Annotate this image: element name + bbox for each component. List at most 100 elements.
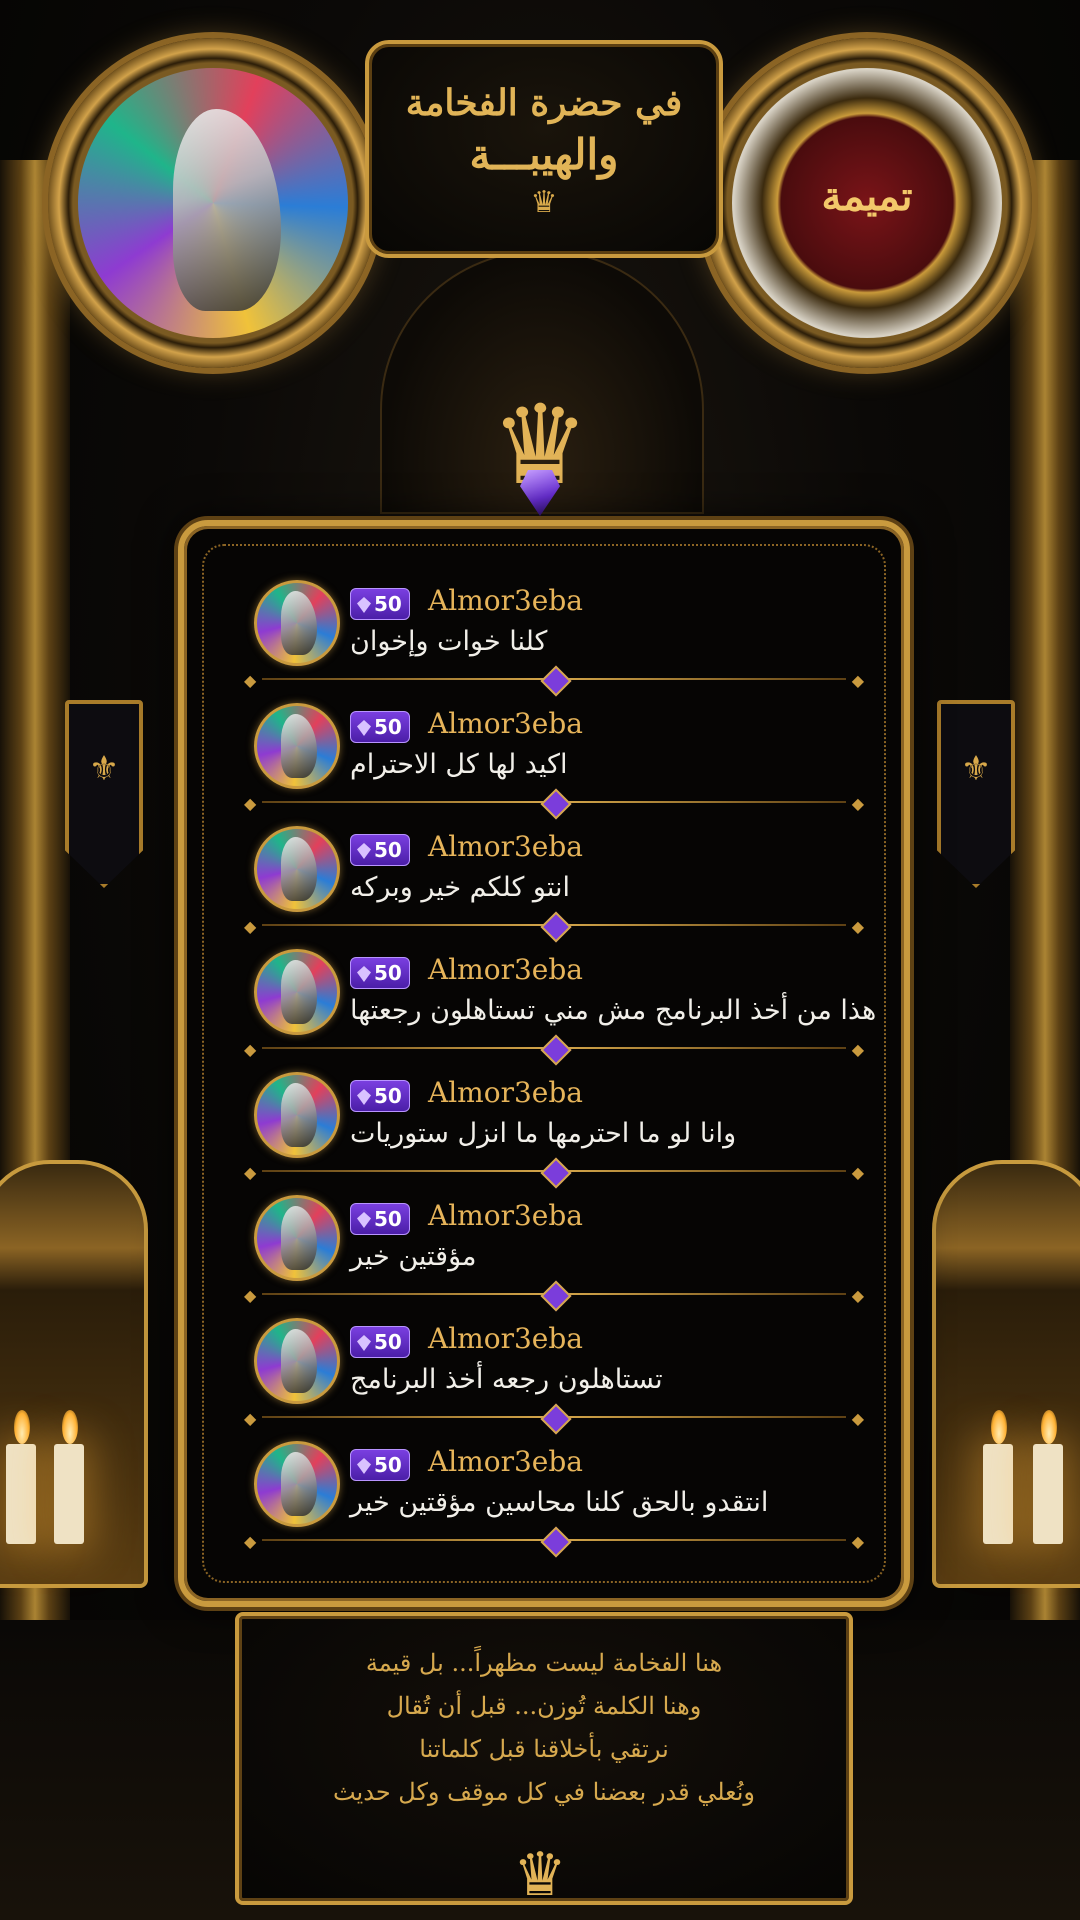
- quote-line: نرتقي بأخلاقنا قبل كلماتنا: [419, 1735, 669, 1763]
- message-divider: ◆ ◆: [244, 1157, 864, 1189]
- message-divider: ◆ ◆: [244, 788, 864, 820]
- chat-message[interactable]: 50 Almor3eba اكيد لها كل الاحترام ◆ ◆: [244, 689, 864, 820]
- level-badge-value: 50: [374, 1084, 402, 1108]
- arrow-left-icon: ◆: [244, 917, 257, 936]
- avatar[interactable]: [254, 580, 340, 666]
- level-badge-value: 50: [374, 838, 402, 862]
- username[interactable]: Almor3eba: [428, 830, 583, 863]
- level-badge: 50: [350, 588, 410, 620]
- avatar[interactable]: [254, 949, 340, 1035]
- seal-medallion[interactable]: تميمة: [702, 38, 1032, 368]
- arrow-right-icon: ◆: [851, 1163, 864, 1182]
- message-text: تستاهلون رجعه أخذ البرنامج: [350, 1364, 663, 1395]
- arrow-right-icon: ◆: [851, 1532, 864, 1551]
- arrow-right-icon: ◆: [851, 917, 864, 936]
- avatar[interactable]: [254, 826, 340, 912]
- crown-icon: ♛: [530, 185, 558, 220]
- arrow-right-icon: ◆: [851, 794, 864, 813]
- diamond-icon: [540, 1526, 572, 1558]
- quote-line: وهنا الكلمة تُوزن... قبل أن تُقال: [386, 1692, 702, 1720]
- level-badge-value: 50: [374, 592, 402, 616]
- candle-icon: [1033, 1444, 1063, 1544]
- quote-line: ونُعلي قدر بعضنا في كل موقف وكل حديث: [332, 1778, 755, 1806]
- gem-icon: [357, 1335, 371, 1351]
- message-text: اكيد لها كل الاحترام: [350, 749, 568, 780]
- username[interactable]: Almor3eba: [428, 1076, 583, 1109]
- username[interactable]: Almor3eba: [428, 1199, 583, 1232]
- avatar[interactable]: [254, 1072, 340, 1158]
- chat-message[interactable]: 50 Almor3eba انتو كلكم خير وبركه ◆ ◆: [244, 812, 864, 943]
- chat-message-list[interactable]: 50 Almor3eba كلنا خوات وإخوان ◆ ◆ 50 Almor3eba…: [244, 566, 876, 1558]
- arrow-left-icon: ◆: [244, 794, 257, 813]
- level-badge: 50: [350, 1080, 410, 1112]
- seal-text: تميمة: [821, 173, 913, 220]
- message-text: انتقدو بالحق كلنا محاسين مؤقتين خير: [350, 1487, 769, 1518]
- message-divider: ◆ ◆: [244, 911, 864, 943]
- avatar[interactable]: [254, 1441, 340, 1527]
- chat-message[interactable]: 50 Almor3eba مؤقتين خير ◆ ◆: [244, 1181, 864, 1312]
- arrow-right-icon: ◆: [851, 671, 864, 690]
- candle-icon: [6, 1444, 36, 1544]
- chat-message[interactable]: 50 Almor3eba تستاهلون رجعه أخذ البرنامج ◆ ◆: [244, 1304, 864, 1435]
- chat-message[interactable]: 50 Almor3eba هذا من أخذ البرنامج مش مني تس…: [244, 935, 876, 1066]
- left-banner: ⚜: [65, 700, 143, 888]
- message-text: هذا من أخذ البرنامج مش مني تستاهلون رجعت…: [350, 995, 877, 1026]
- title-plaque: في حضرة الفخامة والهيبـــة ♛: [365, 40, 723, 258]
- horse-artwork-image: [78, 68, 348, 338]
- arrow-right-icon: ◆: [851, 1286, 864, 1305]
- chat-message[interactable]: 50 Almor3eba انتقدو بالحق كلنا محاسين مؤقت…: [244, 1427, 864, 1558]
- chat-message[interactable]: 50 Almor3eba وانا لو ما احترمها ما انزل ست…: [244, 1058, 864, 1189]
- avatar[interactable]: [254, 1318, 340, 1404]
- title-line-2: والهيبـــة: [469, 130, 619, 179]
- right-pillar: [1010, 160, 1080, 1860]
- gem-icon: [357, 1212, 371, 1228]
- quote-line: هنا الفخامة ليست مظهراً... بل قيمة: [365, 1649, 723, 1677]
- username[interactable]: Almor3eba: [428, 1445, 583, 1478]
- gem-icon: [357, 1089, 371, 1105]
- level-badge: 50: [350, 1203, 410, 1235]
- fleur-de-lis-icon: ⚜: [88, 749, 120, 789]
- message-text: مؤقتين خير: [350, 1241, 477, 1272]
- arrow-left-icon: ◆: [244, 1040, 257, 1059]
- flame-icon: [991, 1410, 1007, 1444]
- chat-message[interactable]: 50 Almor3eba كلنا خوات وإخوان ◆ ◆: [244, 566, 864, 697]
- arrow-left-icon: ◆: [244, 1163, 257, 1182]
- right-banner: ⚜: [937, 700, 1015, 888]
- avatar[interactable]: [254, 1195, 340, 1281]
- message-divider: ◆ ◆: [244, 665, 864, 697]
- candle-icon: [54, 1444, 84, 1544]
- right-lantern: [932, 1160, 1080, 1588]
- message-divider: ◆ ◆: [244, 1526, 864, 1558]
- arrow-right-icon: ◆: [851, 1409, 864, 1428]
- username[interactable]: Almor3eba: [428, 953, 583, 986]
- gem-icon: [357, 1458, 371, 1474]
- level-badge: 50: [350, 1449, 410, 1481]
- level-badge: 50: [350, 957, 410, 989]
- level-badge: 50: [350, 1326, 410, 1358]
- gem-icon: [357, 966, 371, 982]
- username[interactable]: Almor3eba: [428, 584, 583, 617]
- chat-frame: 50 Almor3eba كلنا خوات وإخوان ◆ ◆ 50 Almor3eba…: [178, 520, 910, 1607]
- level-badge-value: 50: [374, 1453, 402, 1477]
- quote-lines: هنا الفخامة ليست مظهراً... بل قيمة وهنا ا…: [239, 1642, 849, 1814]
- avatar[interactable]: [254, 703, 340, 789]
- level-badge: 50: [350, 711, 410, 743]
- horse-medallion[interactable]: [48, 38, 378, 368]
- seal-emblem: تميمة: [732, 68, 1002, 338]
- title-line-1: في حضرة الفخامة: [405, 82, 683, 124]
- message-divider: ◆ ◆: [244, 1034, 864, 1066]
- message-text: انتو كلكم خير وبركه: [350, 872, 571, 903]
- gem-icon: [357, 720, 371, 736]
- level-badge: 50: [350, 834, 410, 866]
- level-badge-value: 50: [374, 961, 402, 985]
- fleur-de-lis-icon: ⚜: [960, 749, 992, 789]
- username[interactable]: Almor3eba: [428, 1322, 583, 1355]
- username[interactable]: Almor3eba: [428, 707, 583, 740]
- arrow-left-icon: ◆: [244, 671, 257, 690]
- level-badge-value: 50: [374, 1330, 402, 1354]
- flame-icon: [1041, 1410, 1057, 1444]
- message-text: كلنا خوات وإخوان: [350, 626, 548, 657]
- arrow-left-icon: ◆: [244, 1409, 257, 1428]
- left-pillar: [0, 160, 70, 1860]
- flame-icon: [62, 1410, 78, 1444]
